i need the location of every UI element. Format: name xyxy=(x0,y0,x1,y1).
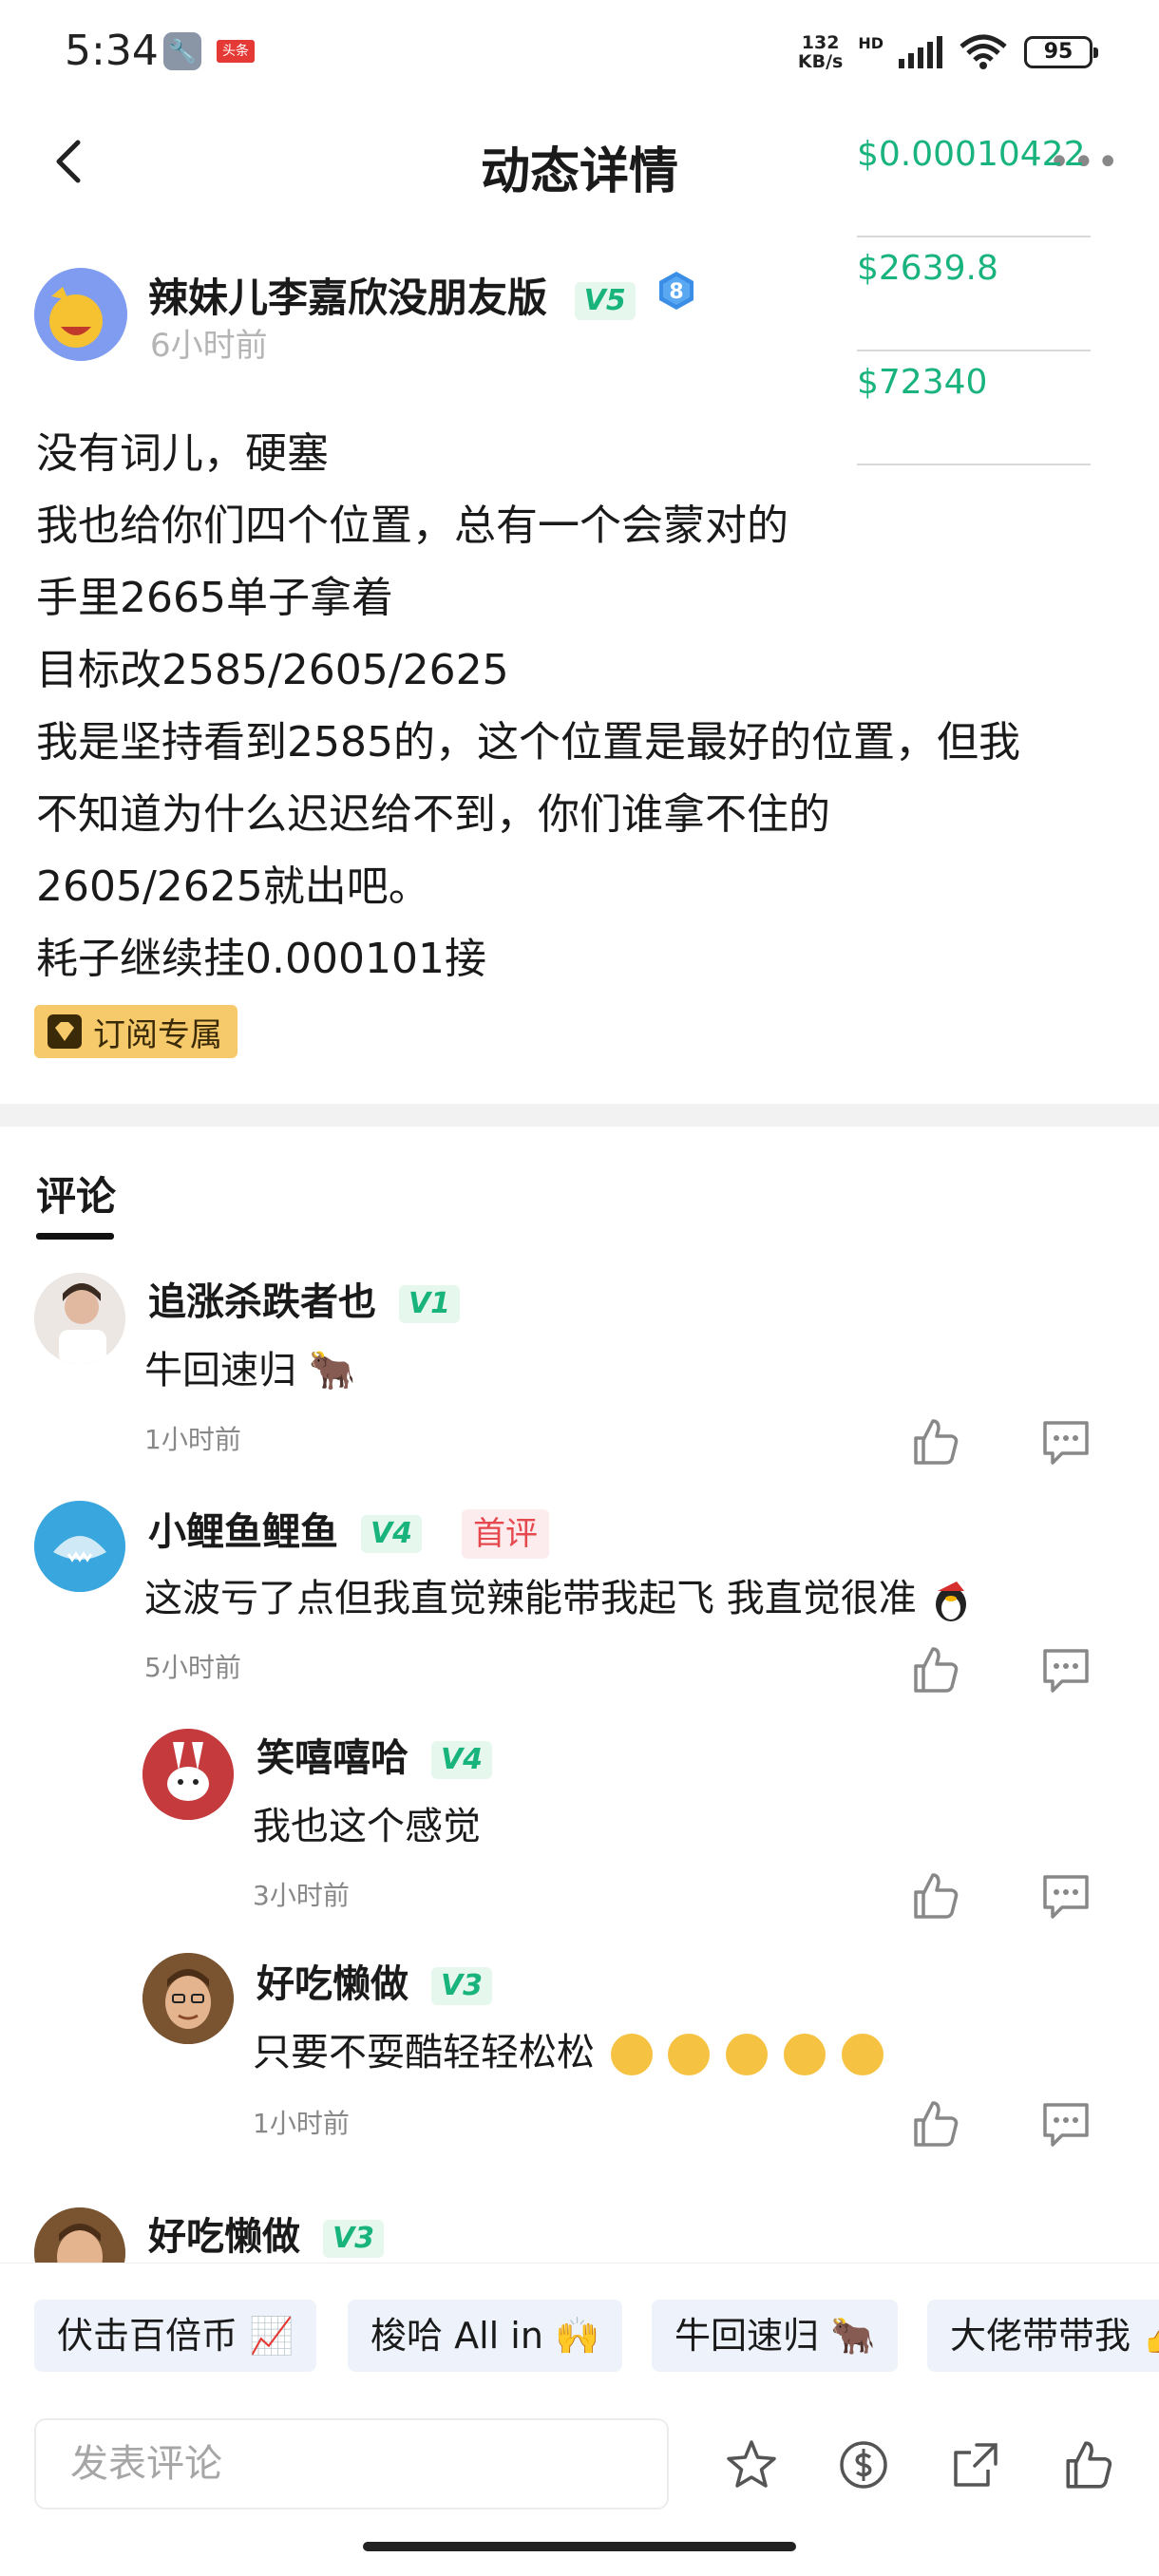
comment-input[interactable]: 发表评论 xyxy=(34,2418,669,2510)
quick-reply-chip[interactable]: 伏击百倍币 📈 xyxy=(34,2300,317,2372)
post-line: 我也给你们四个位置，总有一个会蒙对的 xyxy=(36,502,788,550)
avatar-rabbit-icon xyxy=(142,1729,234,1820)
post-line: 手里2665单子拿着 xyxy=(36,574,393,622)
toutiao-app-icon: 头条 xyxy=(217,40,255,63)
commenter-avatar[interactable] xyxy=(34,1501,125,1592)
commenter-name[interactable]: 小鲤鱼鲤鱼 V4 首评 xyxy=(148,1501,549,1559)
thinking-emoji-icon xyxy=(841,2034,884,2075)
share-icon[interactable] xyxy=(948,2437,1003,2492)
status-indicators: 132 KB/s HD 95 xyxy=(797,28,1098,76)
thinking-emoji-icon xyxy=(783,2034,826,2075)
thinking-emoji-icon xyxy=(610,2034,653,2075)
post-time: 6小时前 xyxy=(150,327,268,365)
commenter-avatar[interactable] xyxy=(142,1729,234,1820)
vip-badge: V3 xyxy=(322,2220,385,2258)
comment-text: 只要不耍酷轻轻松松 xyxy=(253,2021,884,2076)
tip-coin-icon[interactable] xyxy=(836,2437,891,2492)
thinking-emoji-icon xyxy=(668,2034,711,2075)
comment-text: 这波亏了点但我直觉辣能带我起飞 我直觉很准 xyxy=(144,1567,974,1623)
reply-icon[interactable] xyxy=(1039,2097,1092,2150)
quick-reply-chip[interactable]: 大佬带带我 👍 xyxy=(927,2300,1159,2372)
level-badge-icon: 8 xyxy=(659,272,694,310)
author-avatar[interactable] xyxy=(34,268,127,361)
like-icon[interactable] xyxy=(908,1415,961,1468)
like-icon[interactable] xyxy=(908,2097,961,2150)
comment-text: 我也这个感觉 xyxy=(253,1805,481,1848)
comment-text: 牛回速归 🐂 xyxy=(144,1349,356,1392)
comment-time: 5小时前 xyxy=(144,1652,241,1683)
reply-icon[interactable] xyxy=(1039,1643,1092,1696)
ticker-price: $2639.8 xyxy=(857,237,1091,351)
post-line: 目标改2585/2605/2625 xyxy=(36,646,509,694)
vip-badge: V3 xyxy=(430,1967,493,2005)
subscribe-exclusive-tag[interactable]: 订阅专属 xyxy=(34,1005,238,1058)
post-line: 耗子继续挂0.000101接 xyxy=(36,935,486,983)
battery-icon: 95 xyxy=(1024,36,1098,68)
level-number: 8 xyxy=(669,280,683,304)
hd-indicator: HD xyxy=(858,33,884,52)
reply-icon[interactable] xyxy=(1039,1869,1092,1923)
tab-comments[interactable]: 评论 xyxy=(36,1165,116,1222)
commenter-name[interactable]: 笑嘻嘻哈 V4 xyxy=(256,1727,493,1782)
commenter-avatar[interactable] xyxy=(34,1273,125,1364)
commenter-name[interactable]: 好吃懒做 V3 xyxy=(256,1953,493,2008)
author-name[interactable]: 辣妹儿李嘉欣没朋友版 V5 xyxy=(148,266,636,324)
diamond-icon xyxy=(48,1014,82,1049)
commenter-avatar[interactable] xyxy=(142,1953,234,2044)
vip-badge: V4 xyxy=(430,1741,493,1779)
home-indicator[interactable] xyxy=(363,2542,796,2551)
avatar-shark-icon xyxy=(34,1501,125,1592)
status-time: 5:34 xyxy=(65,27,159,75)
avatar-photo-icon xyxy=(142,1953,234,2044)
post-content: 没有词儿，硬塞 我也给你们四个位置，总有一个会蒙对的 手里2665单子拿着 目标… xyxy=(36,418,1129,995)
signal-icon xyxy=(899,36,942,68)
tab-indicator xyxy=(36,1233,114,1240)
post-line: 没有词儿，硬塞 xyxy=(36,429,329,478)
quick-reply-chip[interactable]: 梭哈 All in 🙌 xyxy=(348,2300,623,2372)
network-speed: 132 KB/s xyxy=(797,32,844,72)
vip-badge: V4 xyxy=(360,1515,423,1553)
star-icon[interactable] xyxy=(724,2437,779,2492)
comment-time: 1小时前 xyxy=(144,1424,241,1455)
status-bar: 5:34 🔧 头条 132 KB/s HD 95 xyxy=(0,0,1159,104)
ticker-price: $0.00010422 xyxy=(857,123,1091,237)
like-icon[interactable] xyxy=(908,1643,961,1696)
commenter-name[interactable]: 追涨杀跌者也 V1 xyxy=(148,1271,461,1326)
comment-time: 3小时前 xyxy=(253,1880,350,1911)
reply-icon[interactable] xyxy=(1039,1415,1092,1468)
commenter-name[interactable]: 好吃懒做 V3 xyxy=(148,2206,385,2261)
vip-badge: V5 xyxy=(574,281,636,320)
section-divider xyxy=(0,1104,1159,1127)
comment-time: 1小时前 xyxy=(253,2108,350,2139)
post-line: 2605/2625就出吧。 xyxy=(36,862,430,911)
like-icon[interactable] xyxy=(908,1869,961,1923)
wrench-icon: 🔧 xyxy=(163,32,201,70)
post-line: 不知道为什么迟迟给不到，你们谁拿不住的 xyxy=(36,790,830,839)
quick-replies-bar: 伏击百倍币 📈 梭哈 All in 🙌 牛回速归 🐂 大佬带带我 👍 xyxy=(0,2263,1159,2405)
avatar-photo-icon xyxy=(34,1273,125,1364)
price-ticker: $0.00010422 $2639.8 $72340 xyxy=(857,123,1091,465)
thinking-emoji-icon xyxy=(726,2034,769,2075)
first-comment-tag: 首评 xyxy=(461,1509,549,1559)
avatar-emoji-icon xyxy=(34,268,127,361)
vip-badge: V1 xyxy=(398,1285,461,1323)
penguin-emoji-icon xyxy=(936,1582,967,1621)
wifi-icon xyxy=(960,34,1007,69)
quick-reply-chip[interactable]: 牛回速归 🐂 xyxy=(652,2300,899,2372)
post-line: 我是坚持看到2585的，这个位置是最好的位置，但我 xyxy=(36,718,1020,767)
like-post-icon[interactable] xyxy=(1060,2437,1115,2492)
